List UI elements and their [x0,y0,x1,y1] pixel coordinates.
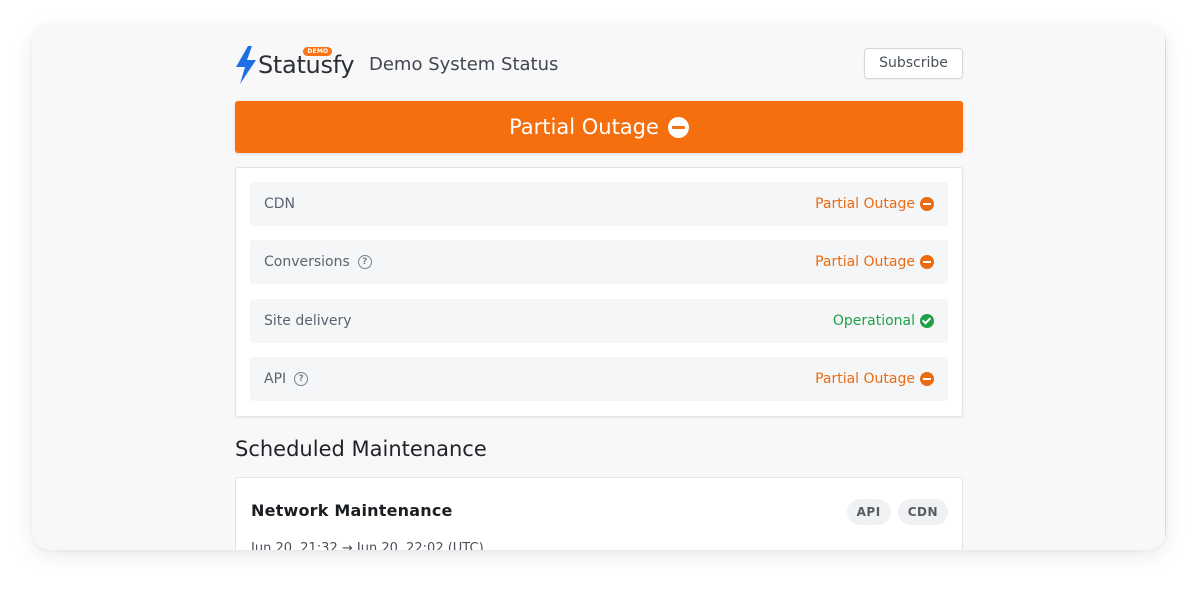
header: Statusfy DEMO Demo System Status Subscri… [235,45,963,85]
minus-circle-icon [920,197,934,211]
component-row-site-delivery: Site delivery Operational [250,299,948,343]
component-status: Partial Outage [815,240,934,284]
maintenance-card[interactable]: Network Maintenance API CDN Jun 20, 21:3… [235,477,963,550]
scrollbar[interactable] [1165,25,1166,550]
subscribe-button[interactable]: Subscribe [864,48,963,79]
minus-circle-icon [920,255,934,269]
minus-circle-icon [920,372,934,386]
check-circle-icon [920,314,934,328]
help-icon[interactable]: ? [357,255,372,269]
component-name-text: Site delivery [264,313,352,329]
component-row-conversions: Conversions ? Partial Outage [250,240,948,284]
minus-circle-icon [667,116,689,138]
component-name-text: API [264,371,287,387]
component-status-text: Partial Outage [815,196,915,212]
lightning-bolt-icon [236,46,256,84]
scheduled-maintenance-heading: Scheduled Maintenance [235,437,487,461]
overall-status-banner: Partial Outage [235,101,963,153]
maintenance-time: Jun 20, 21:32 → Jun 20, 22:02 (UTC) [251,541,484,550]
component-name: Site delivery [264,299,352,343]
browser-window: Statusfy DEMO Demo System Status Subscri… [32,25,1166,550]
component-name: Conversions ? [264,240,372,284]
overall-status-text: Partial Outage [509,115,659,139]
component-name-text: Conversions [264,254,350,270]
logo-wordmark: Statusfy DEMO [258,45,355,85]
maintenance-tags: API CDN [846,499,948,525]
component-status-text: Partial Outage [815,371,915,387]
component-row-api: API ? Partial Outage [250,357,948,401]
component-name-text: CDN [264,196,296,212]
help-icon[interactable]: ? [294,372,309,386]
component-row-cdn: CDN Partial Outage [250,182,948,226]
tag-cdn: CDN [897,499,948,525]
component-status-text: Partial Outage [815,254,915,270]
tag-api: API [846,499,891,525]
site-title: Demo System Status [369,54,559,75]
component-name: API ? [264,357,309,401]
components-card: CDN Partial Outage Conversions ? Partial… [235,167,963,417]
component-status: Partial Outage [815,182,934,226]
maintenance-title: Network Maintenance [251,501,453,520]
component-status-text: Operational [832,313,915,329]
logo[interactable]: Statusfy DEMO [235,45,355,85]
component-status: Operational [833,299,934,343]
demo-badge: DEMO [303,47,333,56]
component-status: Partial Outage [815,357,934,401]
component-name: CDN [264,182,295,226]
